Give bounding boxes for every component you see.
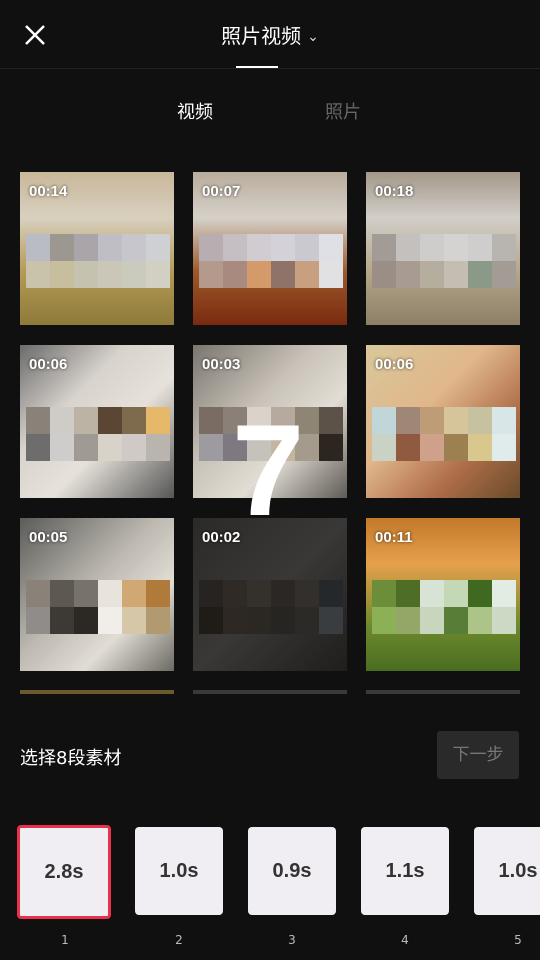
- clip-slot[interactable]: 2.8s: [17, 825, 111, 919]
- clip-slot[interactable]: 1.0s: [135, 827, 223, 915]
- blur-mosaic: [26, 580, 170, 634]
- blur-mosaic: [199, 580, 343, 634]
- media-tile[interactable]: 00:14: [20, 172, 174, 325]
- blur-mosaic: [26, 234, 170, 288]
- media-tile[interactable]: 00:06: [366, 345, 520, 498]
- clip-slot[interactable]: 0.9s: [248, 827, 336, 915]
- overlay-number: 7: [232, 397, 305, 543]
- video-duration: 00:06: [29, 356, 68, 373]
- blur-mosaic: [199, 234, 343, 288]
- video-duration: 00:05: [29, 529, 68, 546]
- media-tile[interactable]: 00:11: [366, 518, 520, 671]
- blur-mosaic: [372, 234, 516, 288]
- clip-slot[interactable]: 1.0s: [474, 827, 540, 915]
- top-bar: 照片视频 ⌄: [0, 0, 540, 69]
- page-title: 照片视频: [221, 24, 302, 48]
- media-tile[interactable]: 00:05: [20, 518, 174, 671]
- video-duration: 00:18: [375, 183, 414, 200]
- clip-slot-index: 5: [514, 933, 522, 947]
- chevron-down-icon: ⌄: [307, 29, 319, 45]
- clip-slot-index: 4: [401, 933, 409, 947]
- media-tile-partial: [366, 690, 520, 694]
- media-tabs: 视频 照片: [0, 98, 540, 128]
- media-tile[interactable]: 00:18: [366, 172, 520, 325]
- media-tile-partial: [20, 690, 174, 694]
- media-tile[interactable]: 00:06: [20, 345, 174, 498]
- clip-slot-index: 1: [61, 933, 69, 947]
- next-button[interactable]: 下一步: [437, 731, 519, 779]
- video-duration: 00:07: [202, 183, 241, 200]
- tab-video[interactable]: 视频: [177, 98, 213, 124]
- title-underline: [236, 66, 278, 68]
- video-duration: 00:11: [375, 529, 413, 546]
- media-tile-partial: [193, 690, 347, 694]
- title-dropdown[interactable]: 照片视频 ⌄: [0, 20, 540, 49]
- blur-mosaic: [372, 407, 516, 461]
- selected-clips-strip: 2.8s 1 1.0s 2 0.9s 3 1.1s 4 1.0s 5: [0, 822, 540, 960]
- media-tile[interactable]: 00:07: [193, 172, 347, 325]
- video-duration: 00:06: [375, 356, 414, 373]
- clip-slot-index: 3: [288, 933, 296, 947]
- blur-mosaic: [372, 580, 516, 634]
- tab-photo[interactable]: 照片: [325, 98, 361, 124]
- clip-slot[interactable]: 1.1s: [361, 827, 449, 915]
- clip-slot-index: 2: [175, 933, 183, 947]
- video-duration: 00:03: [202, 356, 241, 373]
- blur-mosaic: [26, 407, 170, 461]
- video-duration: 00:14: [29, 183, 68, 200]
- select-count-label: 选择8段素材: [20, 748, 122, 769]
